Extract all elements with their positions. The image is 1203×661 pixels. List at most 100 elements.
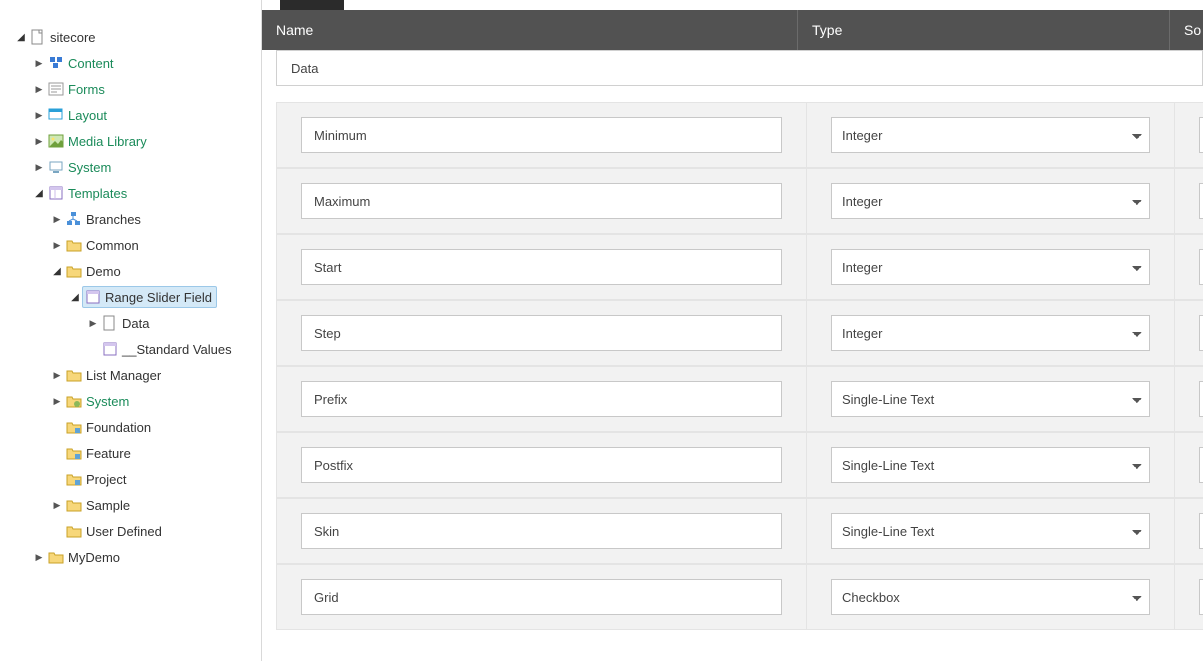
tree-label: __Standard Values [122, 342, 232, 357]
tree-label: Media Library [68, 134, 147, 149]
field-source-input[interactable] [1199, 183, 1203, 219]
field-type-select[interactable]: IntegerSingle-Line TextCheckbox [831, 249, 1150, 285]
tree-label: sitecore [50, 30, 96, 45]
tree-node-data[interactable]: Data [4, 310, 261, 336]
toggle-icon[interactable] [30, 184, 48, 202]
folder-icon [66, 367, 82, 383]
tree-label: System [86, 394, 129, 409]
field-source-input[interactable] [1199, 447, 1203, 483]
tree-node-templates[interactable]: Templates [4, 180, 261, 206]
tree-node-system2[interactable]: System [4, 388, 261, 414]
tree-label: Demo [86, 264, 121, 279]
field-type-select[interactable]: IntegerSingle-Line TextCheckbox [831, 183, 1150, 219]
toggle-icon[interactable] [48, 496, 66, 514]
field-name-input[interactable] [301, 117, 782, 153]
document-icon [102, 315, 118, 331]
tree-label: Project [86, 472, 126, 487]
field-row: IntegerSingle-Line TextCheckbox [276, 432, 1203, 498]
tree-node-system[interactable]: System [4, 154, 261, 180]
tree-node-branches[interactable]: Branches [4, 206, 261, 232]
field-name-input[interactable] [301, 183, 782, 219]
field-row: IntegerSingle-Line TextCheckbox [276, 498, 1203, 564]
folder-icon [48, 549, 64, 565]
tree-node-range-slider[interactable]: Range Slider Field [4, 284, 261, 310]
toggle-icon[interactable] [48, 366, 66, 384]
field-type-select[interactable]: IntegerSingle-Line TextCheckbox [831, 381, 1150, 417]
template-builder: Name Type So IntegerSingle-Line TextChec… [262, 0, 1203, 661]
toggle-icon[interactable] [30, 158, 48, 176]
field-type-select[interactable]: IntegerSingle-Line TextCheckbox [831, 513, 1150, 549]
tree-label: Common [86, 238, 139, 253]
tree-node-sitecore[interactable]: sitecore [4, 24, 261, 50]
folder-icon [66, 523, 82, 539]
fields-grid: IntegerSingle-Line TextCheckbox IntegerSi… [262, 50, 1203, 661]
document-icon [30, 29, 46, 45]
toggle-icon[interactable] [84, 314, 102, 332]
section-name-input[interactable] [276, 50, 1203, 86]
tree-node-user-defined[interactable]: User Defined [4, 518, 261, 544]
tree-node-project[interactable]: Project [4, 466, 261, 492]
toggle-icon[interactable] [30, 132, 48, 150]
field-row: IntegerSingle-Line TextCheckbox [276, 564, 1203, 630]
section-field[interactable] [291, 61, 1188, 76]
tree-node-forms[interactable]: Forms [4, 76, 261, 102]
field-type-select[interactable]: IntegerSingle-Line TextCheckbox [831, 315, 1150, 351]
tree-label: Range Slider Field [105, 290, 212, 305]
tree-label: Templates [68, 186, 127, 201]
tree-node-demo[interactable]: Demo [4, 258, 261, 284]
tree-node-common[interactable]: Common [4, 232, 261, 258]
tree-label: Branches [86, 212, 141, 227]
tree-node-standard-values[interactable]: __Standard Values [4, 336, 261, 362]
field-name-input[interactable] [301, 447, 782, 483]
template-item-icon [85, 289, 101, 305]
field-source-input[interactable] [1199, 315, 1203, 351]
field-type-select[interactable]: IntegerSingle-Line TextCheckbox [831, 447, 1150, 483]
tree-label: Sample [86, 498, 130, 513]
tree-label: Forms [68, 82, 105, 97]
field-source-input[interactable] [1199, 381, 1203, 417]
toggle-icon[interactable] [30, 548, 48, 566]
toggle-icon[interactable] [48, 236, 66, 254]
field-source-input[interactable] [1199, 249, 1203, 285]
tree-label: Layout [68, 108, 107, 123]
header-type: Type [798, 10, 1170, 50]
field-name-input[interactable] [301, 249, 782, 285]
toggle-icon[interactable] [30, 106, 48, 124]
field-row: IntegerSingle-Line TextCheckbox [276, 366, 1203, 432]
field-name-input[interactable] [301, 579, 782, 615]
folder-cube-icon [66, 471, 82, 487]
field-type-select[interactable]: IntegerSingle-Line TextCheckbox [831, 579, 1150, 615]
tree-label: List Manager [86, 368, 161, 383]
tree-node-feature[interactable]: Feature [4, 440, 261, 466]
field-source-input[interactable] [1199, 513, 1203, 549]
field-source-input[interactable] [1199, 117, 1203, 153]
tree-node-media[interactable]: Media Library [4, 128, 261, 154]
toggle-icon[interactable] [48, 210, 66, 228]
toggle-icon[interactable] [12, 28, 30, 46]
field-name-input[interactable] [301, 381, 782, 417]
toggle-icon[interactable] [48, 262, 66, 280]
toggle-icon[interactable] [30, 80, 48, 98]
field-source-input[interactable] [1199, 579, 1203, 615]
cubes-icon [48, 55, 64, 71]
field-name-input[interactable] [301, 513, 782, 549]
tree-node-list-manager[interactable]: List Manager [4, 362, 261, 388]
tree-node-content[interactable]: Content [4, 50, 261, 76]
toggle-icon[interactable] [48, 392, 66, 410]
toggle-icon[interactable] [30, 54, 48, 72]
tree-node-mydemo[interactable]: MyDemo [4, 544, 261, 570]
tree-node-foundation[interactable]: Foundation [4, 414, 261, 440]
field-type-select[interactable]: IntegerSingle-Line TextCheckbox [831, 117, 1150, 153]
tree-label: MyDemo [68, 550, 120, 565]
tree-label: Feature [86, 446, 131, 461]
folder-cube-icon [66, 419, 82, 435]
branch-icon [66, 211, 82, 227]
folder-icon [66, 497, 82, 513]
folder-icon [66, 263, 82, 279]
column-headers: Name Type So [262, 10, 1203, 50]
tree-node-layout[interactable]: Layout [4, 102, 261, 128]
active-tab-marker [280, 0, 344, 10]
tree-node-sample[interactable]: Sample [4, 492, 261, 518]
system-icon [48, 159, 64, 175]
field-name-input[interactable] [301, 315, 782, 351]
